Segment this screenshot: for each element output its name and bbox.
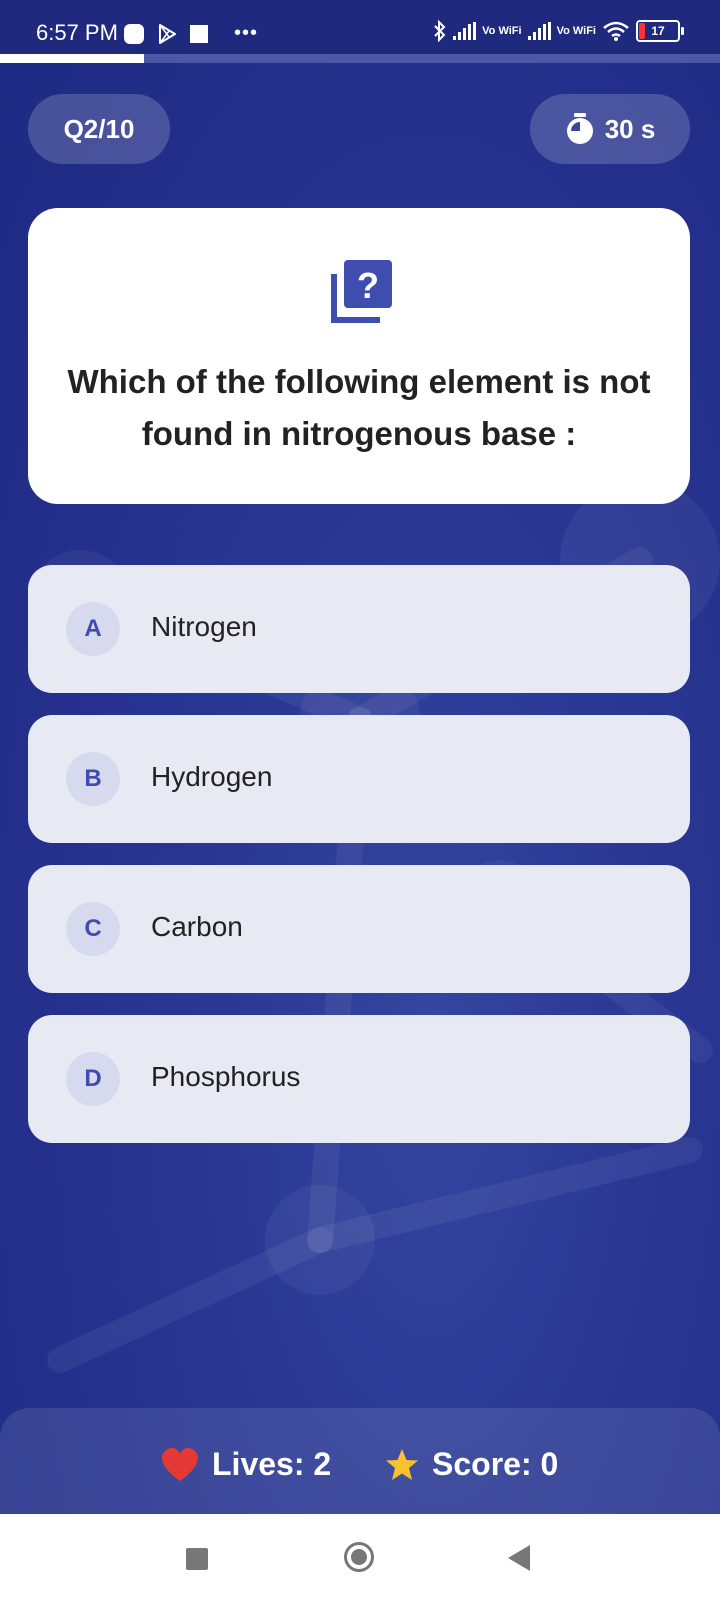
lives-label: Lives: 2	[212, 1446, 332, 1482]
question-card: ? Which of the following element is not …	[28, 208, 690, 504]
option-letter: A	[66, 602, 120, 656]
option-d[interactable]: D Phosphorus	[28, 1015, 690, 1143]
stop-icon	[190, 24, 208, 43]
recents-icon[interactable]	[186, 1548, 208, 1570]
option-letter: B	[66, 752, 120, 806]
option-b[interactable]: B Hydrogen	[28, 715, 690, 843]
option-letter: C	[66, 902, 120, 956]
quiz-progress-bar	[0, 54, 720, 63]
network-1-label: Vo WiFi	[482, 25, 522, 37]
battery-icon: 17	[636, 20, 684, 42]
question-text: Which of the following element is not fo…	[67, 363, 651, 452]
bluetooth-icon	[434, 20, 446, 42]
system-navigation-bar	[0, 1514, 720, 1600]
wifi-icon	[603, 21, 629, 41]
option-label: Phosphorus	[151, 1061, 301, 1092]
option-letter: D	[66, 1052, 120, 1106]
option-a[interactable]: A Nitrogen	[28, 565, 690, 693]
option-label: Nitrogen	[151, 611, 257, 642]
status-time: 6:57 PM	[36, 20, 118, 45]
system-icons: Vo WiFi Vo WiFi 17	[433, 20, 684, 42]
question-counter-label: Q2/10	[63, 113, 135, 144]
battery-level	[639, 23, 645, 39]
option-label: Hydrogen	[151, 761, 273, 792]
more-notifications-icon: •••	[234, 22, 259, 44]
svg-text:?: ?	[357, 265, 379, 306]
star-icon	[386, 1448, 418, 1480]
score-stat: Score: 0	[384, 1446, 558, 1483]
stopwatch-icon	[566, 113, 593, 144]
signal-2-icon	[527, 22, 551, 40]
status-bar: 6:57 PM ••• Vo WiFi Vo WiFi 17	[0, 0, 720, 54]
question-counter: Q2/10	[28, 94, 170, 164]
quiz-progress-fill	[0, 54, 144, 63]
heart-icon	[162, 1447, 198, 1481]
network-2-label: Vo WiFi	[556, 25, 596, 37]
quiz-icon: ?	[331, 260, 392, 323]
notification-app-icon	[124, 23, 144, 44]
back-icon[interactable]	[508, 1545, 530, 1571]
notification-icons: •••	[124, 22, 258, 45]
option-c[interactable]: C Carbon	[28, 865, 690, 993]
stats-panel: Lives: 2 Score: 0	[0, 1408, 720, 1514]
score-label: Score: 0	[432, 1446, 559, 1482]
timer-badge: 30 s	[530, 94, 690, 164]
option-label: Carbon	[151, 911, 243, 942]
battery-percent: 17	[651, 24, 665, 38]
play-store-icon	[159, 23, 176, 44]
lives-stat: Lives: 2	[160, 1446, 331, 1483]
signal-1-icon	[453, 22, 477, 40]
timer-label: 30 s	[604, 113, 656, 144]
home-icon[interactable]	[344, 1542, 374, 1572]
